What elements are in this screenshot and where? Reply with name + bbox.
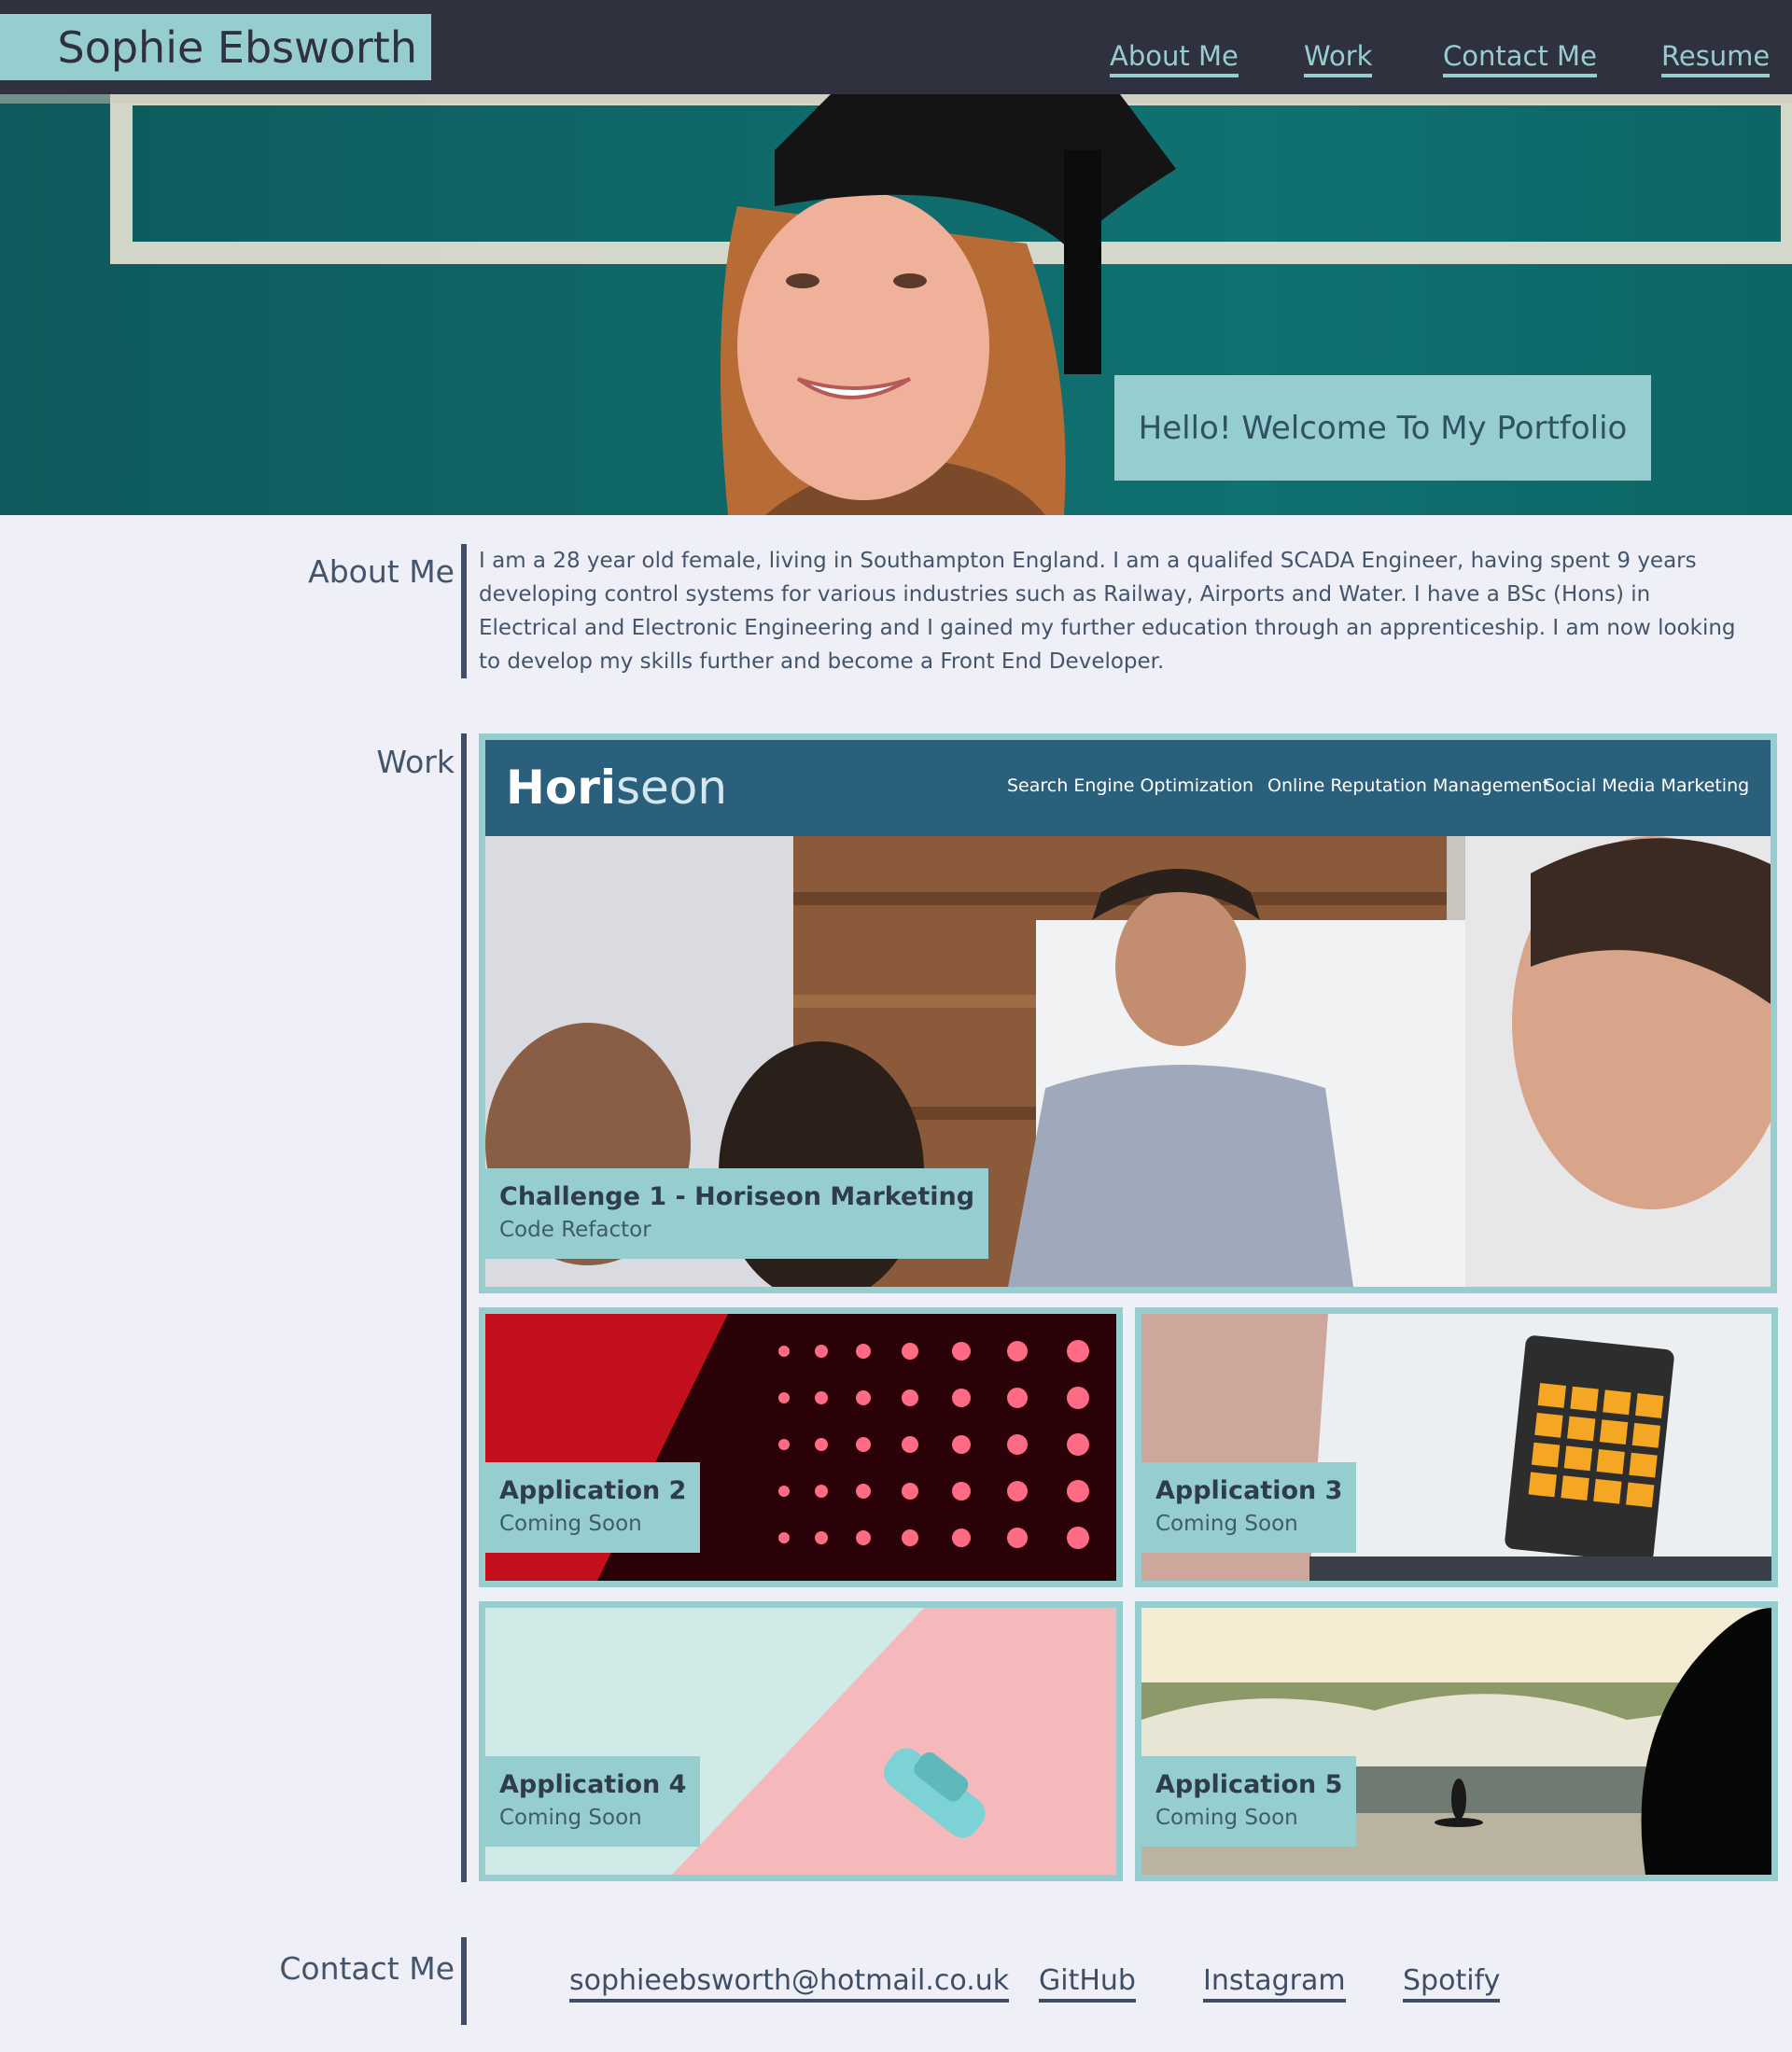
work-heading: Work bbox=[376, 744, 455, 780]
horiseon-nav-smm: Social Media Marketing bbox=[1544, 775, 1750, 796]
contact-spotify-link[interactable]: Spotify bbox=[1403, 1963, 1501, 2003]
about-heading: About Me bbox=[308, 553, 455, 590]
work-card-title: Challenge 1 - Horiseon Marketing bbox=[499, 1182, 975, 1211]
work-card-application-4[interactable]: Application 4 Coming Soon bbox=[479, 1601, 1123, 1881]
work-card-application-2[interactable]: Application 2 Coming Soon bbox=[479, 1307, 1123, 1587]
work-card-caption: Challenge 1 - Horiseon Marketing Code Re… bbox=[485, 1168, 989, 1259]
nav-about-me[interactable]: About Me bbox=[1110, 39, 1239, 77]
welcome-banner: Hello! Welcome To My Portfolio bbox=[1114, 375, 1651, 481]
nav-work[interactable]: Work bbox=[1304, 39, 1373, 77]
site-name: Sophie Ebsworth bbox=[0, 14, 431, 80]
about-divider bbox=[461, 544, 467, 678]
work-card-application-5[interactable]: Application 5 Coming Soon bbox=[1135, 1601, 1778, 1881]
about-text: I am a 28 year old female, living in Sou… bbox=[479, 549, 1736, 674]
work-card-caption: Application 2 Coming Soon bbox=[485, 1462, 701, 1553]
horiseon-nav-seo: Search Engine Optimization bbox=[1007, 775, 1254, 796]
horiseon-logo: Horiseon bbox=[506, 761, 728, 815]
work-card-title: Application 2 bbox=[499, 1476, 687, 1505]
work-card-title: Application 4 bbox=[499, 1770, 687, 1799]
work-card-subtitle: Coming Soon bbox=[1155, 1806, 1298, 1830]
work-card-horiseon[interactable]: Horiseon Search Engine Optimization Onli… bbox=[479, 733, 1777, 1293]
work-card-subtitle: Coming Soon bbox=[1155, 1512, 1298, 1536]
work-card-title: Application 3 bbox=[1155, 1476, 1343, 1505]
work-card-caption: Application 4 Coming Soon bbox=[485, 1756, 701, 1847]
nav-contact-me[interactable]: Contact Me bbox=[1443, 39, 1597, 77]
work-card-caption: Application 5 Coming Soon bbox=[1141, 1756, 1357, 1847]
work-card-subtitle: Coming Soon bbox=[499, 1512, 642, 1536]
site-header: Sophie Ebsworth About Me Work Contact Me… bbox=[0, 0, 1792, 94]
work-card-application-3[interactable]: Application 3 Coming Soon bbox=[1135, 1307, 1778, 1587]
work-divider bbox=[461, 733, 467, 1882]
horiseon-nav-orm: Online Reputation Management bbox=[1267, 775, 1550, 796]
work-card-subtitle: Coming Soon bbox=[499, 1806, 642, 1830]
contact-email-link[interactable]: sophieebsworth@hotmail.co.uk bbox=[569, 1963, 1010, 2003]
work-card-title: Application 5 bbox=[1155, 1770, 1343, 1799]
nav-resume[interactable]: Resume bbox=[1661, 39, 1771, 77]
contact-divider bbox=[461, 1937, 467, 2025]
contact-github-link[interactable]: GitHub bbox=[1039, 1963, 1136, 2003]
contact-instagram-link[interactable]: Instagram bbox=[1203, 1963, 1346, 2003]
work-card-subtitle: Code Refactor bbox=[499, 1218, 651, 1242]
work-card-caption: Application 3 Coming Soon bbox=[1141, 1462, 1357, 1553]
hero-image: Hello! Welcome To My Portfolio bbox=[0, 94, 1792, 515]
contact-heading: Contact Me bbox=[279, 1950, 455, 1987]
horiseon-screenshot-header: Horiseon Search Engine Optimization Onli… bbox=[485, 740, 1771, 836]
